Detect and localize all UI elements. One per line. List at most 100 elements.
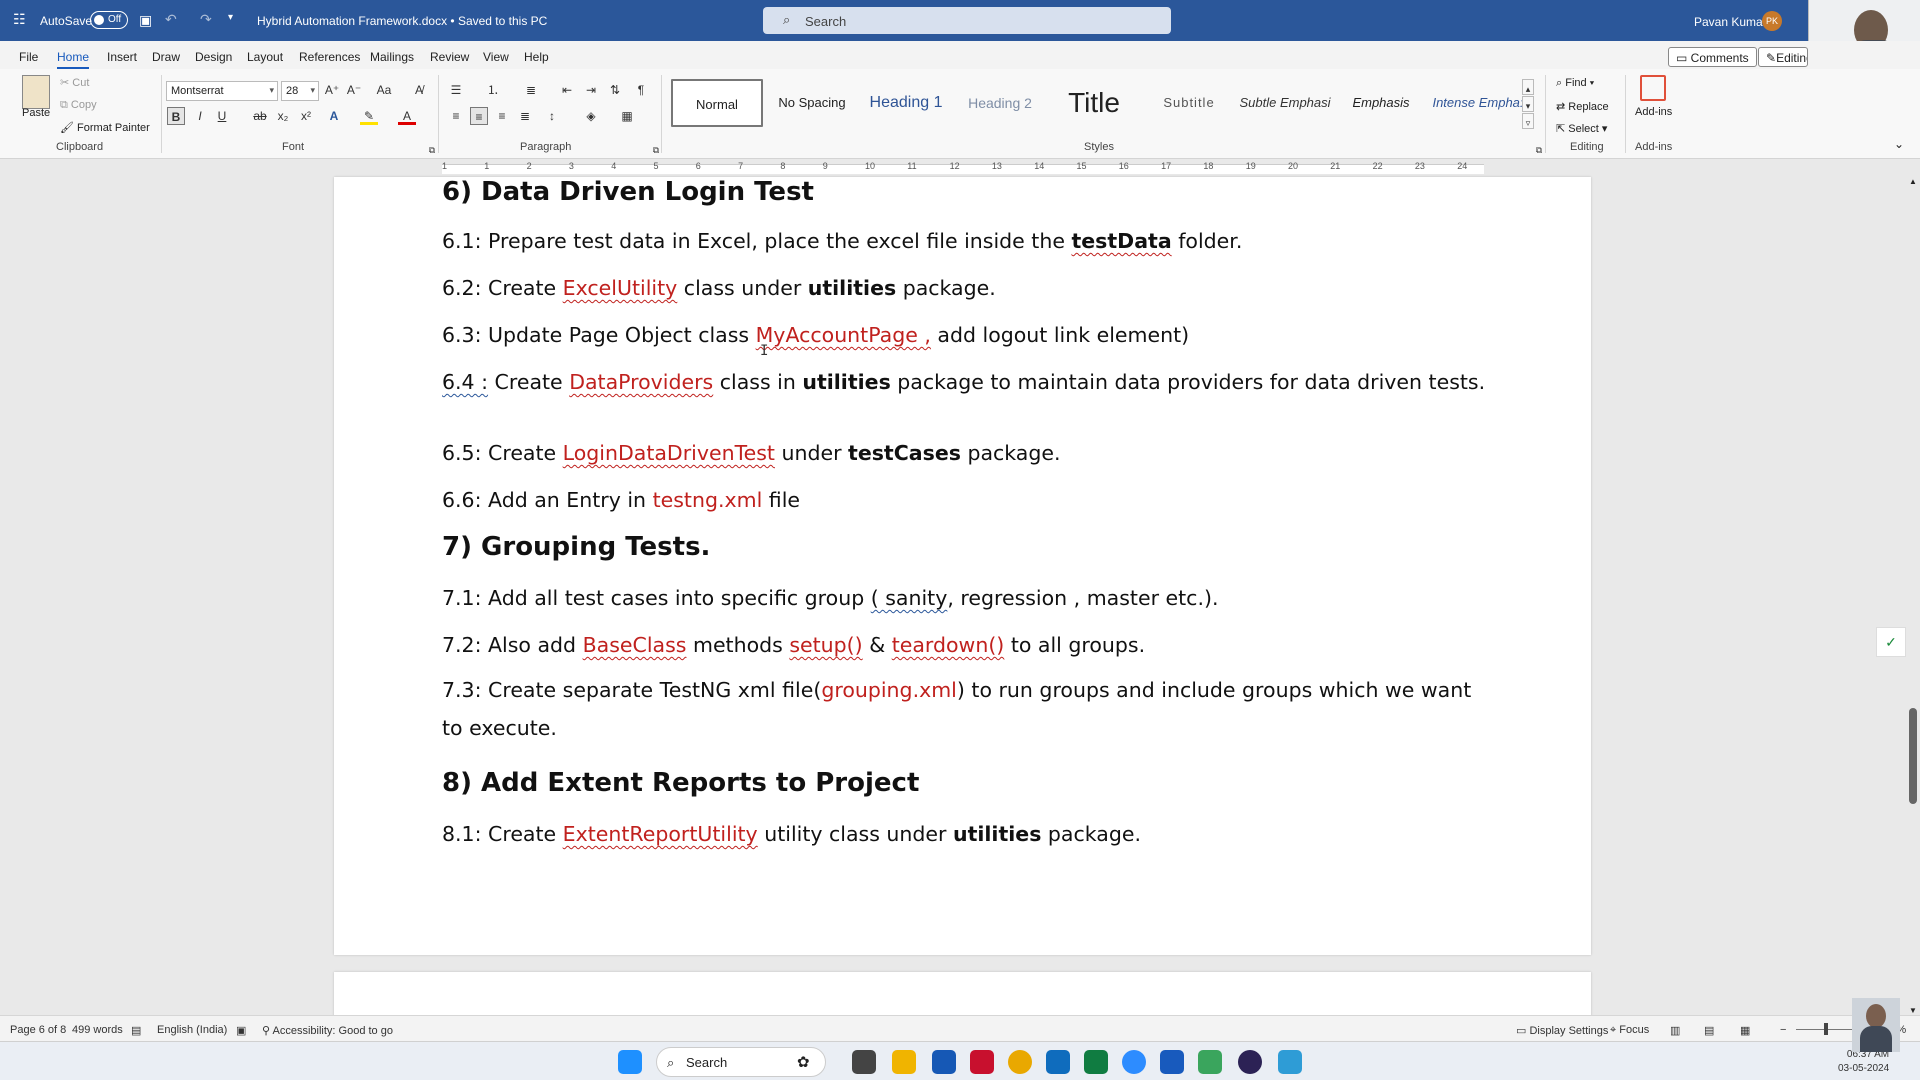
user-name[interactable]: Pavan Kumar bbox=[1694, 15, 1767, 29]
horizontal-ruler[interactable]: 1 1 2 3 4 5 6 7 8 9 10 11 12 13 14 15 16 17 18 19 20 21 22 23 24 bbox=[0, 159, 1920, 177]
style-heading-1[interactable]: Heading 1 bbox=[860, 79, 952, 127]
zoom-slider-thumb[interactable] bbox=[1824, 1023, 1828, 1035]
zoom-out-icon[interactable]: − bbox=[1780, 1024, 1786, 1036]
bold-button[interactable]: B bbox=[167, 107, 185, 125]
windows-start-icon[interactable] bbox=[618, 1050, 642, 1074]
file-explorer-icon[interactable] bbox=[892, 1050, 916, 1074]
subscript-button[interactable]: x₂ bbox=[274, 107, 292, 125]
styles-more-icon[interactable]: ▿ bbox=[1522, 113, 1534, 129]
bullets-icon[interactable]: ☰ bbox=[447, 81, 465, 99]
eclipse-icon[interactable] bbox=[1238, 1050, 1262, 1074]
styles-scroll-up-icon[interactable]: ▴ bbox=[1522, 79, 1534, 95]
cut-button[interactable]: ✂ Cut bbox=[60, 76, 89, 89]
sort-icon[interactable]: ⇅ bbox=[606, 81, 624, 99]
style-subtle-emphasis[interactable]: Subtle Emphasi bbox=[1237, 79, 1333, 127]
word-count[interactable]: 499 words bbox=[72, 1024, 123, 1036]
chart-app-icon[interactable] bbox=[1198, 1050, 1222, 1074]
align-center-icon[interactable]: ≡ bbox=[470, 107, 488, 125]
numbering-icon[interactable]: ⒈ bbox=[484, 81, 502, 99]
mcafee-icon[interactable] bbox=[970, 1050, 994, 1074]
word-icon[interactable] bbox=[1160, 1050, 1184, 1074]
add-ins-icon[interactable] bbox=[1640, 75, 1666, 101]
shrink-font-icon[interactable]: A⁻ bbox=[345, 81, 363, 99]
web-layout-icon[interactable]: ▦ bbox=[1740, 1024, 1750, 1037]
excel-icon[interactable] bbox=[1084, 1050, 1108, 1074]
style-heading-2[interactable]: Heading 2 bbox=[955, 79, 1045, 127]
font-size-combo[interactable]: 28 bbox=[281, 81, 319, 101]
borders-icon[interactable]: ▦ bbox=[618, 107, 636, 125]
collapse-ribbon-icon[interactable]: ⌄ bbox=[1894, 137, 1904, 151]
format-painter-button[interactable]: 🖌 Format Painter bbox=[60, 121, 150, 134]
tab-help[interactable]: Help bbox=[524, 50, 549, 64]
vertical-scrollbar[interactable]: ▲ ▼ bbox=[1906, 177, 1920, 1015]
proofing-icon[interactable]: ▤ bbox=[131, 1024, 141, 1037]
save-icon[interactable]: ▣ bbox=[139, 12, 152, 29]
italic-button[interactable]: I bbox=[191, 107, 209, 125]
styles-scroll-down-icon[interactable]: ▾ bbox=[1522, 96, 1534, 112]
word-app-icon[interactable]: ☷ bbox=[13, 11, 26, 28]
l-app-icon[interactable] bbox=[932, 1050, 956, 1074]
paragraph-dialog-launcher-icon[interactable]: ⧉ bbox=[647, 141, 665, 159]
print-layout-icon[interactable]: ▤ bbox=[1704, 1024, 1714, 1037]
chrome-icon[interactable] bbox=[1008, 1050, 1032, 1074]
comments-button[interactable]: ▭ Comments bbox=[1668, 47, 1757, 67]
highlight-icon[interactable]: ✎ bbox=[360, 107, 378, 125]
increase-indent-icon[interactable]: ⇥ bbox=[582, 81, 600, 99]
multilevel-list-icon[interactable]: ≣ bbox=[522, 81, 540, 99]
paste-button[interactable]: Paste bbox=[22, 107, 50, 119]
predictions-icon[interactable]: ▣ bbox=[236, 1024, 246, 1037]
zoom-app-icon[interactable] bbox=[1122, 1050, 1146, 1074]
autosave-toggle[interactable]: Off bbox=[90, 11, 128, 29]
language[interactable]: English (India) bbox=[157, 1024, 227, 1036]
task-view-icon[interactable] bbox=[852, 1050, 876, 1074]
align-left-icon[interactable]: ≡ bbox=[447, 107, 465, 125]
search-box[interactable]: ⌕ Search bbox=[763, 7, 1171, 34]
read-mode-icon[interactable]: ▥ bbox=[1670, 1024, 1680, 1037]
tab-layout[interactable]: Layout bbox=[247, 50, 283, 64]
editing-mode-button[interactable]: ✎Editing bbox=[1758, 47, 1808, 67]
strikethrough-button[interactable]: ab bbox=[251, 107, 269, 125]
font-name-combo[interactable]: Montserrat bbox=[166, 81, 278, 101]
display-settings-button[interactable]: ▭ Display Settings bbox=[1516, 1024, 1608, 1037]
paste-icon[interactable] bbox=[22, 75, 50, 109]
undo-icon[interactable]: ↶ bbox=[165, 11, 177, 28]
tab-file[interactable]: File bbox=[19, 50, 38, 64]
accessibility-status[interactable]: ⚲ Accessibility: Good to go bbox=[262, 1024, 393, 1037]
justify-icon[interactable]: ≣ bbox=[516, 107, 534, 125]
scroll-down-icon[interactable]: ▼ bbox=[1909, 1006, 1917, 1015]
notepad-icon[interactable] bbox=[1278, 1050, 1302, 1074]
tab-view[interactable]: View bbox=[483, 50, 509, 64]
tab-draw[interactable]: Draw bbox=[152, 50, 180, 64]
superscript-button[interactable]: x² bbox=[297, 107, 315, 125]
style-intense-emphasis[interactable]: Intense Empha: bbox=[1428, 79, 1528, 127]
font-color-icon[interactable]: A bbox=[398, 107, 416, 125]
outlook-icon[interactable] bbox=[1046, 1050, 1070, 1074]
underline-button[interactable]: U bbox=[213, 107, 231, 125]
tab-design[interactable]: Design bbox=[195, 50, 232, 64]
style-no-spacing[interactable]: No Spacing bbox=[766, 79, 858, 127]
replace-button[interactable]: ⇄ Replace bbox=[1556, 100, 1609, 113]
show-formatting-marks-icon[interactable]: ¶ bbox=[632, 81, 650, 99]
add-ins-button[interactable]: Add-ins bbox=[1635, 106, 1672, 118]
tab-insert[interactable]: Insert bbox=[107, 50, 137, 64]
tab-references[interactable]: References bbox=[299, 50, 360, 64]
line-spacing-icon[interactable]: ↕ bbox=[543, 107, 561, 125]
decrease-indent-icon[interactable]: ⇤ bbox=[558, 81, 576, 99]
taskbar-search[interactable]: ⌕ Search ✿ bbox=[656, 1047, 826, 1077]
clear-formatting-icon[interactable]: A̸ bbox=[410, 81, 428, 99]
document-title[interactable]: Hybrid Automation Framework.docx • Saved… bbox=[257, 14, 547, 28]
copy-button[interactable]: ⧉ Copy bbox=[60, 99, 97, 112]
document-page[interactable]: 6) Data Driven Login Test 6.1: Prepare t… bbox=[334, 177, 1591, 955]
align-right-icon[interactable]: ≡ bbox=[493, 107, 511, 125]
shading-icon[interactable]: ◈ bbox=[582, 107, 600, 125]
style-title[interactable]: Title bbox=[1048, 79, 1140, 127]
tab-mailings[interactable]: Mailings bbox=[370, 50, 414, 64]
style-subtitle[interactable]: Subtitle bbox=[1143, 79, 1235, 127]
redo-icon[interactable]: ↷ bbox=[200, 11, 212, 28]
avatar[interactable]: PK bbox=[1762, 11, 1782, 31]
page-count[interactable]: Page 6 of 8 bbox=[10, 1024, 66, 1036]
text-effects-icon[interactable]: A bbox=[325, 107, 343, 125]
system-clock[interactable]: 06:37 AM 03-05-2024 bbox=[1838, 1048, 1889, 1076]
scroll-up-icon[interactable]: ▲ bbox=[1909, 177, 1917, 186]
select-button[interactable]: ⇱ Select ▾ bbox=[1556, 122, 1607, 135]
